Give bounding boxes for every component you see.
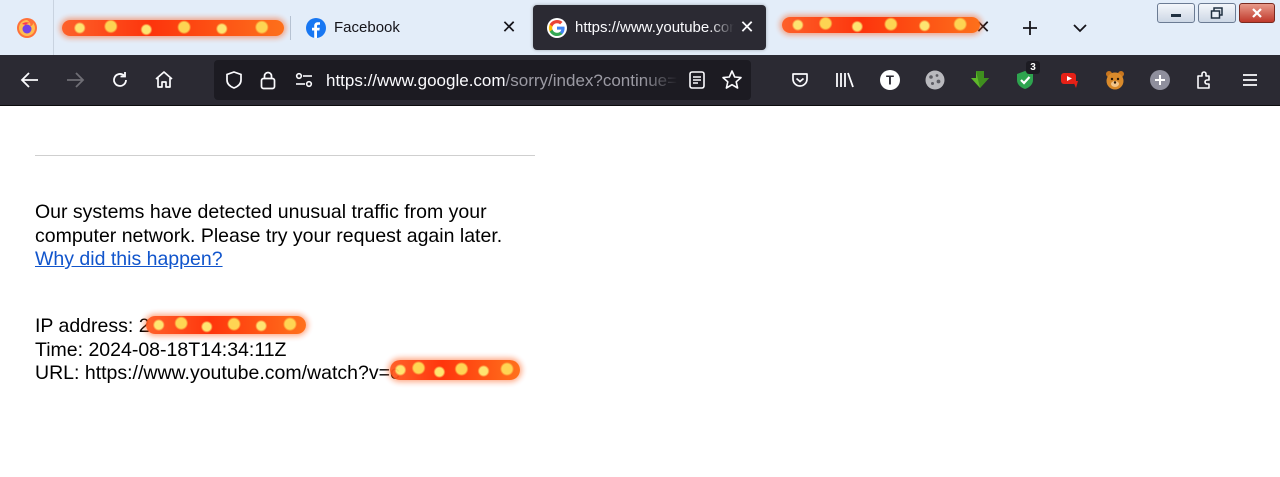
home-button[interactable] [148,64,180,96]
chevron-down-icon [1073,24,1087,33]
tab-separator [290,16,291,40]
tab-facebook[interactable]: Facebook ✕ [292,5,528,50]
time-line: Time: 2024-08-18T14:34:11Z [35,338,287,361]
reload-icon [113,72,127,87]
tab-active-google[interactable]: https://www.youtube.com/watch?v= ✕ [533,5,766,50]
tracking-protection-button[interactable] [222,68,246,92]
bear-icon [1106,71,1124,90]
svg-text:T: T [886,73,894,88]
close-icon [1252,8,1262,18]
t-extension-button[interactable]: T [878,68,902,92]
tab-title: https://www.youtube.com/watch?v= [575,19,734,36]
shield-icon [226,71,242,89]
facebook-icon [306,17,326,38]
youtube-dislike-button[interactable] [1058,68,1082,92]
restore-button[interactable] [1198,3,1236,23]
url-text[interactable]: https://www.google.com/sorry/index?conti… [326,71,678,91]
extension-badge: 3 [1026,61,1040,74]
message-line-2: computer network. Please try your reques… [35,224,503,247]
forward-arrow-icon [67,72,85,88]
extensions-puzzle-icon [1197,71,1210,89]
redaction-scribble [390,360,520,380]
site-permissions-button[interactable] [292,68,316,92]
redaction-scribble [782,17,980,33]
lock-icon [260,71,276,90]
redaction-scribble [146,316,306,334]
t-extension-icon: T [880,70,900,90]
redaction-scribble [62,20,284,36]
tab-title: Facebook [334,19,400,36]
minimize-icon [1171,14,1181,17]
url-path: /sorry/index?continue=https://www.youtub… [505,71,678,90]
site-security-button[interactable] [256,68,280,92]
library-icon [836,72,854,88]
home-icon [155,71,173,88]
app-menu-button[interactable] [1238,68,1262,92]
why-did-this-happen-link[interactable]: Why did this happen? [35,248,223,270]
cookie-icon [925,70,945,90]
back-arrow-icon [20,72,38,88]
shield-extension-button[interactable]: 3 [1013,61,1040,92]
reload-button[interactable] [104,64,136,96]
back-button[interactable] [14,64,46,96]
download-extension-button[interactable] [968,68,992,92]
pocket-button[interactable] [788,68,812,92]
google-icon [547,17,567,38]
download-arrow-icon [971,71,989,88]
hamburger-menu-icon [1243,74,1257,86]
close-tab-icon[interactable]: ✕ [734,15,760,41]
toolbar-border [0,105,1280,106]
minimize-button[interactable] [1157,3,1195,23]
cookie-extension-button[interactable] [923,68,947,92]
firefox-icon [16,17,37,38]
star-icon [722,70,742,89]
list-all-tabs-button[interactable] [1066,14,1094,42]
url-line: URL: https://www.youtube.com/watch?v=c [35,362,400,384]
add-extension-button[interactable] [1148,68,1172,92]
message-line-1: Our systems have detected unusual traffi… [35,201,487,223]
url-host: https://www.google.com [326,71,506,90]
pocket-icon [792,73,808,87]
forward-button[interactable] [59,64,91,96]
bookmark-button[interactable] [720,68,744,92]
close-window-button[interactable] [1239,3,1275,23]
reader-view-button[interactable] [685,68,709,92]
plus-icon [1023,21,1037,35]
plus-circle-icon [1150,70,1170,90]
restore-icon [1210,7,1223,19]
firefox-view-button[interactable] [0,0,54,55]
new-tab-button[interactable] [1016,14,1044,42]
close-tab-icon[interactable]: ✕ [496,15,522,41]
tab-strip: Facebook ✕ https://www.youtube.com/watch… [0,0,1280,55]
youtube-dislike-icon [1061,73,1078,88]
bear-extension-button[interactable] [1103,68,1127,92]
unusual-traffic-message: Our systems have detected unusual traffi… [35,201,535,272]
url-bar[interactable]: https://www.google.com/sorry/index?conti… [214,60,751,100]
divider [35,155,535,156]
reader-view-icon [689,71,705,89]
library-button[interactable] [833,68,857,92]
permissions-sliders-icon [295,72,313,88]
extensions-button[interactable] [1193,68,1217,92]
